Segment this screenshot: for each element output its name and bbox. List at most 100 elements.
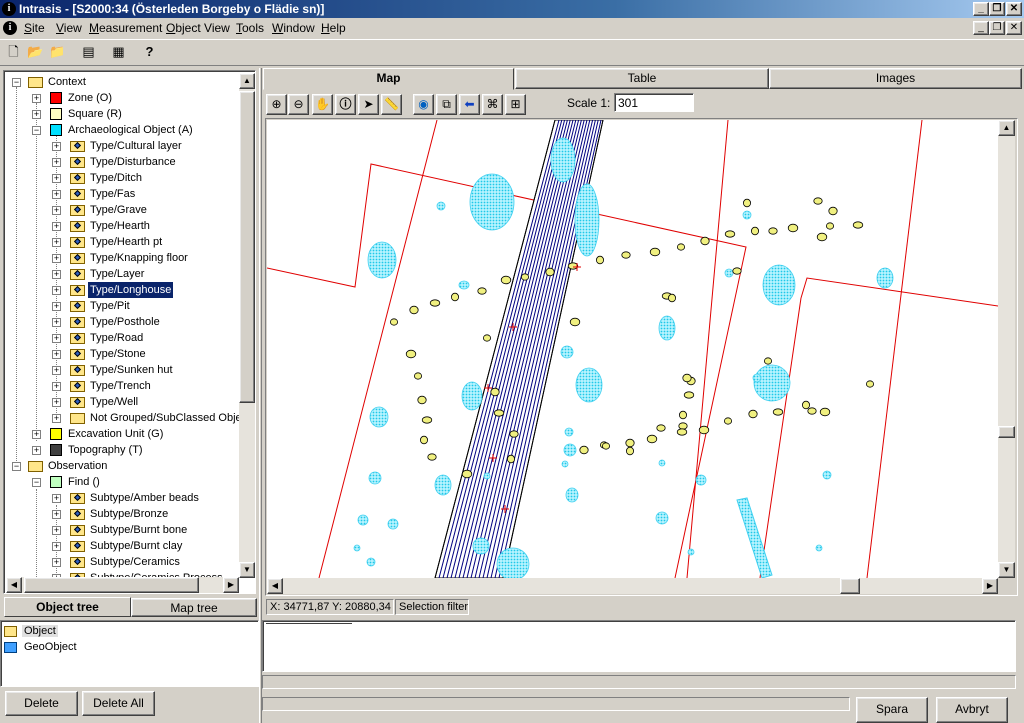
posthole[interactable] (545, 267, 555, 277)
posthole[interactable] (682, 373, 692, 383)
map-feature[interactable] (368, 471, 382, 485)
measure-ruler-icon[interactable]: 📏 (381, 94, 402, 115)
menu-tools[interactable]: Tools (236, 21, 264, 35)
tree-item-context[interactable]: − Context (4, 74, 240, 90)
map-feature[interactable] (458, 280, 470, 290)
map-vscroll-thumb[interactable] (998, 426, 1015, 438)
expand-icon[interactable]: + (52, 302, 61, 311)
collapse-icon[interactable]: − (12, 462, 21, 471)
map-feature[interactable] (762, 264, 796, 306)
map-feature[interactable] (366, 557, 376, 567)
map-feature[interactable] (564, 427, 574, 437)
expand-icon[interactable]: + (52, 494, 61, 503)
map-feature[interactable] (367, 241, 397, 279)
tree-item-type[interactable]: + Type/Fas (4, 186, 240, 202)
map-feature[interactable] (575, 367, 603, 403)
open-icon[interactable]: 📂 (24, 42, 47, 64)
posthole[interactable] (509, 430, 519, 438)
tree-item-zone[interactable]: + Zone (O) (4, 90, 240, 106)
expand-icon[interactable]: + (52, 222, 61, 231)
posthole[interactable] (807, 407, 817, 415)
posthole[interactable] (520, 273, 529, 281)
tree-item-type[interactable]: + Type/Well (4, 394, 240, 410)
back-arrow-icon[interactable]: ⬅ (459, 94, 480, 115)
tree-item-subtype[interactable]: + Subtype/Amber beads (4, 490, 240, 506)
new-icon[interactable]: 🗋 (2, 42, 25, 64)
restore-icon[interactable]: ❐ (989, 2, 1005, 16)
tree-item-type[interactable]: + Type/Disturbance (4, 154, 240, 170)
posthole[interactable] (732, 267, 742, 275)
posthole[interactable] (828, 206, 838, 216)
scroll-left-icon[interactable]: ◀ (267, 578, 283, 594)
map-feature[interactable] (565, 487, 579, 503)
posthole[interactable] (405, 349, 417, 359)
posthole[interactable] (866, 380, 875, 388)
tree-item-observation[interactable]: − Observation (4, 458, 240, 474)
map-feature[interactable] (658, 459, 666, 467)
posthole[interactable] (724, 230, 736, 238)
tree-item-type[interactable]: + Type/Hearth (4, 218, 240, 234)
posthole[interactable] (482, 334, 491, 342)
scale-input[interactable] (614, 93, 694, 112)
map-feature[interactable] (496, 547, 530, 578)
info-icon[interactable]: ⓘ (335, 94, 356, 115)
zoom-in-icon[interactable]: ⊕ (266, 94, 287, 115)
posthole[interactable] (579, 445, 589, 455)
menu-site[interactable]: Site (24, 21, 45, 35)
tree-item-subtype[interactable]: + Subtype/Burnt clay (4, 538, 240, 554)
expand-icon[interactable]: + (32, 446, 41, 455)
expand-icon[interactable]: + (52, 366, 61, 375)
map-feature[interactable] (574, 183, 600, 257)
expand-icon[interactable]: + (52, 526, 61, 535)
posthole[interactable] (500, 275, 512, 285)
expand-icon[interactable]: + (52, 510, 61, 519)
map-feature[interactable] (655, 511, 669, 525)
mdi-close-icon[interactable]: ✕ (1006, 21, 1022, 35)
map-hscrollbar[interactable]: ◀ ▶ (267, 578, 998, 594)
tree-item-type[interactable]: + Type/Cultural layer (4, 138, 240, 154)
tree-item-find[interactable]: − Find () (4, 474, 240, 490)
map-feature[interactable] (822, 470, 832, 480)
map-feature[interactable] (658, 315, 676, 341)
posthole[interactable] (676, 243, 685, 251)
scroll-up-icon[interactable]: ▲ (239, 73, 255, 89)
posthole[interactable] (493, 409, 505, 417)
posthole[interactable] (768, 227, 778, 235)
save-button[interactable]: Spara (856, 697, 928, 723)
tree-item-type[interactable]: + Type/Grave (4, 202, 240, 218)
map-feature[interactable] (472, 537, 490, 555)
map-feature[interactable] (687, 548, 695, 556)
posthole[interactable] (852, 221, 864, 229)
posthole[interactable] (676, 428, 688, 436)
expand-icon[interactable]: + (52, 286, 61, 295)
tree-item-topography[interactable]: + Topography (T) (4, 442, 240, 458)
mdi-minimize-icon[interactable]: _ (973, 21, 989, 35)
mdi-restore-icon[interactable]: ❐ (989, 21, 1005, 35)
tree-item-type[interactable]: + Type/Pit (4, 298, 240, 314)
tree-item-type[interactable]: + Type/Ditch (4, 170, 240, 186)
expand-icon[interactable]: + (52, 158, 61, 167)
tab-object-tree[interactable]: Object tree (4, 597, 131, 617)
tree-item-type[interactable]: + Type/Layer (4, 266, 240, 282)
zoom-out-icon[interactable]: ⊖ (288, 94, 309, 115)
map-feature[interactable] (469, 173, 515, 231)
map-feature[interactable] (461, 381, 483, 411)
posthole[interactable] (802, 400, 811, 410)
menu-window[interactable]: Window (272, 21, 315, 35)
posthole[interactable] (621, 251, 631, 259)
cancel-button[interactable]: Avbryt (936, 697, 1008, 723)
posthole[interactable] (450, 292, 459, 302)
expand-icon[interactable]: + (52, 254, 61, 263)
binoculars-icon[interactable]: ⌘ (482, 94, 503, 115)
list-icon[interactable]: ▤ (77, 42, 100, 64)
tab-images[interactable]: Images (769, 68, 1022, 89)
expand-icon[interactable]: + (52, 190, 61, 199)
posthole[interactable] (826, 222, 835, 230)
posthole[interactable] (601, 442, 610, 450)
layers-icon[interactable]: ⧉ (436, 94, 457, 115)
title-bar[interactable]: i Intrasis - [S2000:34 (Österleden Borge… (0, 0, 1024, 18)
posthole[interactable] (819, 407, 831, 417)
select-area-icon[interactable]: ⊞ (505, 94, 526, 115)
posthole[interactable] (700, 236, 710, 246)
tree-vscrollbar[interactable]: ▲ ▼ (239, 73, 255, 578)
